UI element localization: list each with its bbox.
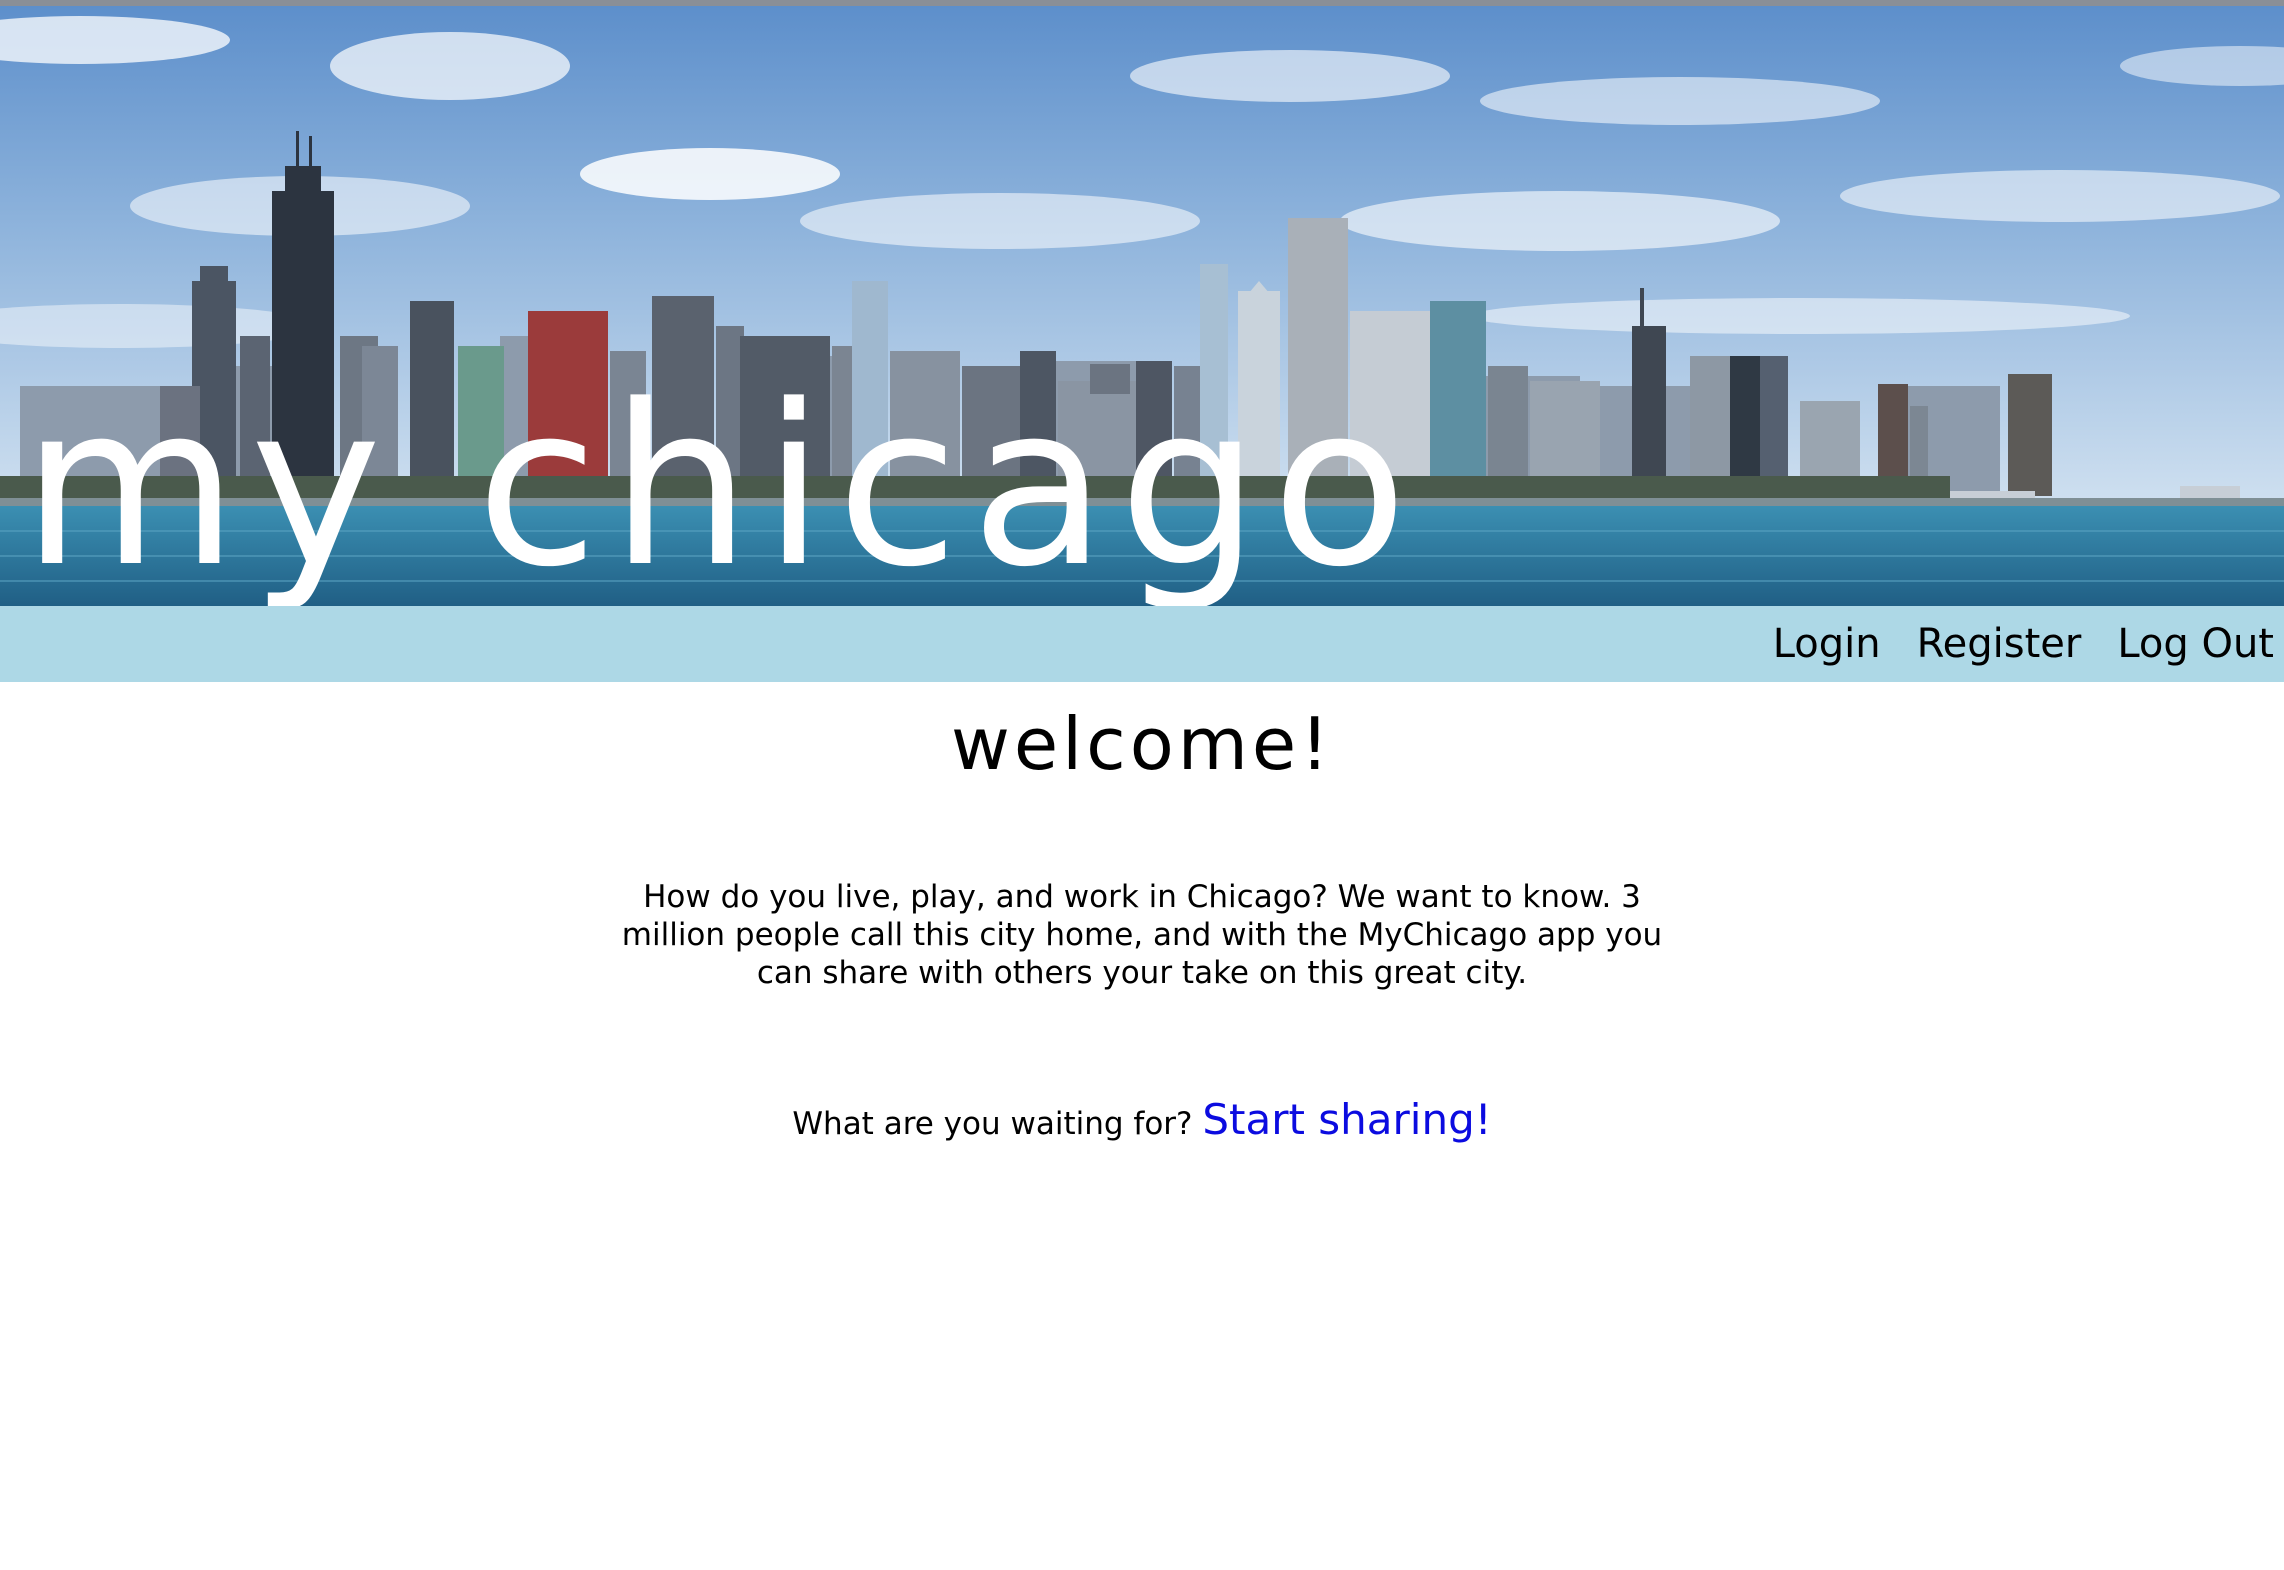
cta-prompt: What are you waiting for? — [792, 1106, 1193, 1142]
logout-link[interactable]: Log Out — [2117, 621, 2274, 667]
top-navbar: Login Register Log Out — [0, 606, 2284, 682]
nav-links: Login Register Log Out — [1773, 606, 2274, 682]
intro-paragraph: How do you live, play, and work in Chica… — [621, 879, 1663, 991]
start-sharing-link[interactable]: Start sharing! — [1202, 1095, 1491, 1144]
page: My Chicago Login Register Log Out welcom… — [0, 0, 2284, 1570]
login-link[interactable]: Login — [1773, 621, 1881, 667]
welcome-heading: welcome! — [950, 702, 1334, 786]
site-title: My Chicago — [22, 358, 1420, 606]
cta-line: What are you waiting for? Start sharing! — [0, 1096, 2284, 1148]
hero-banner: My Chicago — [0, 6, 2284, 606]
register-link[interactable]: Register — [1917, 621, 2082, 667]
